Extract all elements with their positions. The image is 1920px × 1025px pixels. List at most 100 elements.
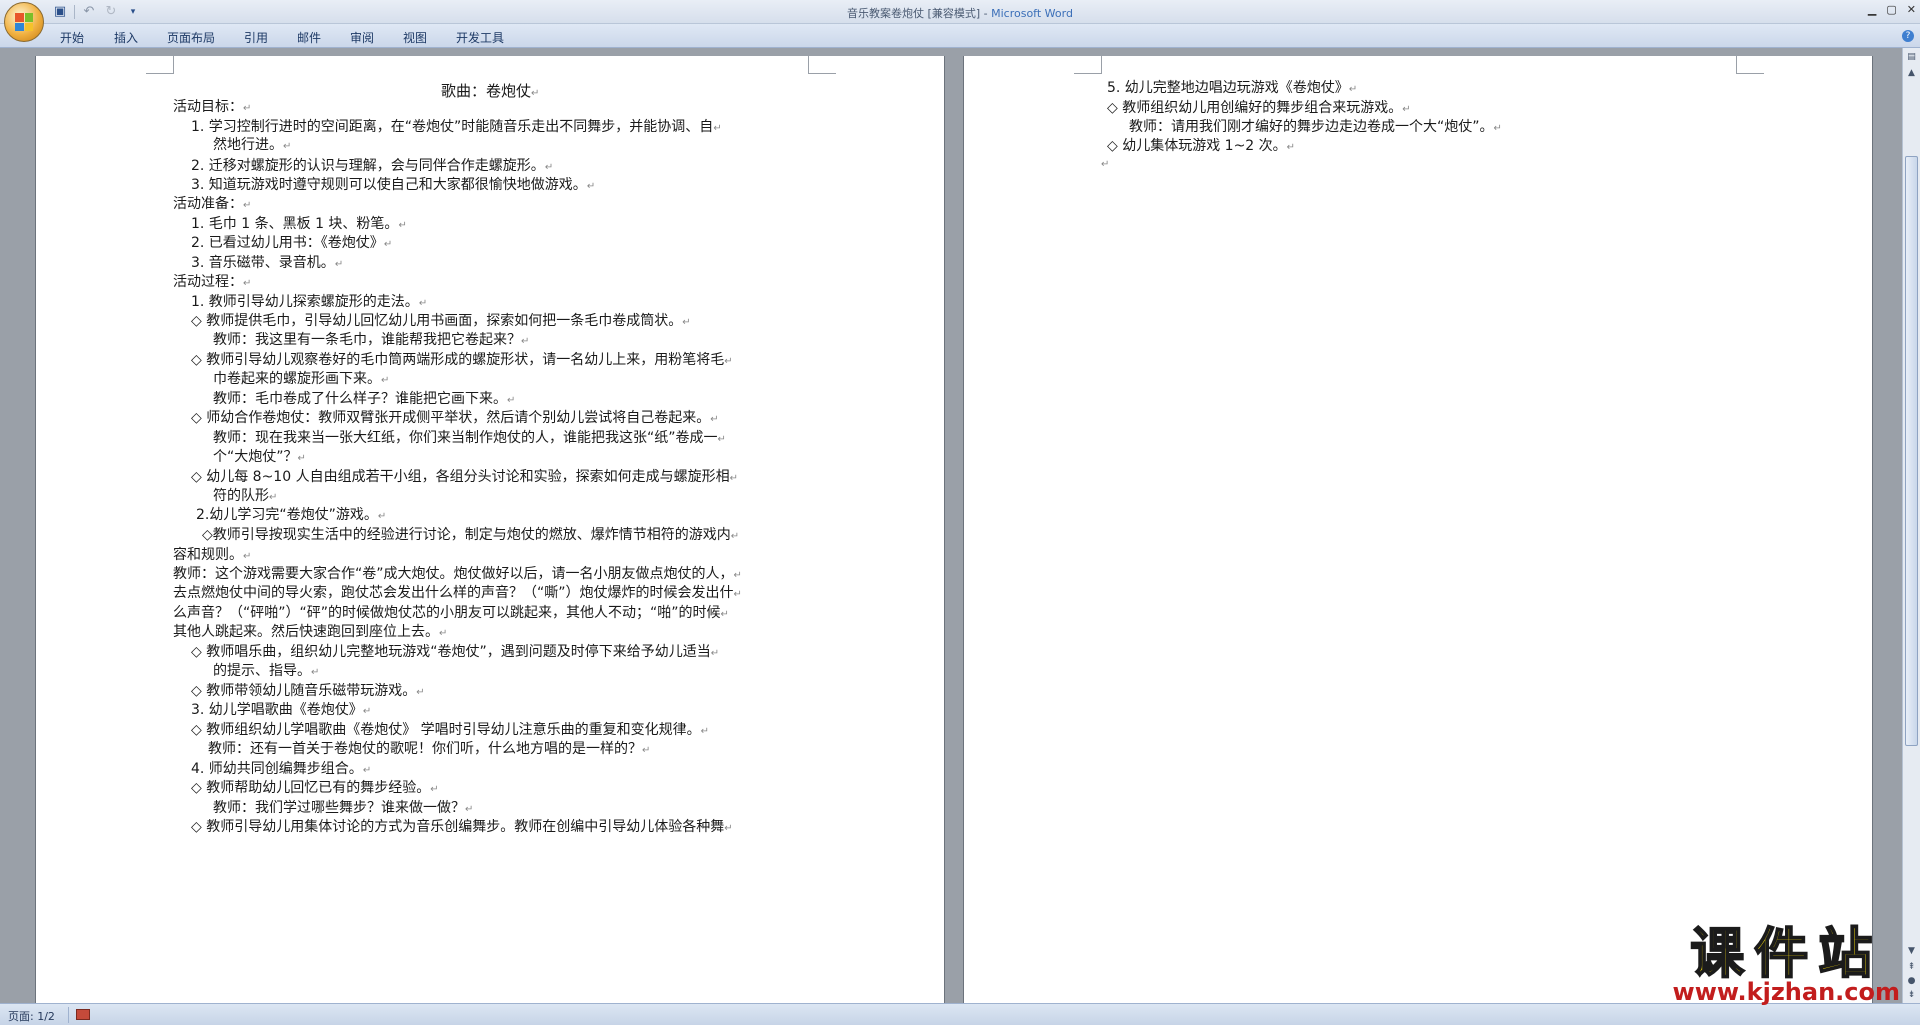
tab-review[interactable]: 审阅 bbox=[350, 29, 374, 46]
document-line: ◇ 教师带领幼儿随音乐磁带玩游戏。↵ bbox=[191, 682, 425, 702]
tab-developer[interactable]: 开发工具 bbox=[456, 29, 504, 46]
document-line: 3. 音乐磁带、录音机。↵ bbox=[191, 254, 343, 274]
line-text: 容和规则。 bbox=[173, 547, 243, 563]
line-text: 2. 迁移对螺旋形的认识与理解，会与同伴合作走螺旋形。 bbox=[191, 158, 545, 174]
document-line: 教师：这个游戏需要大家合作“卷”成大炮仗。炮仗做好以后，请一名小朋友做点炮仗的人… bbox=[173, 565, 742, 585]
line-text: 教师：还有一首关于卷炮仗的歌呢！你们听，什么地方唱的是一样的？ bbox=[208, 741, 642, 757]
line-text: ◇ 教师引导幼儿用集体讨论的方式为音乐创编舞步。教师在创编中引导幼儿体验各种舞 bbox=[191, 819, 725, 835]
document-line: 教师：我这里有一条毛巾，谁能帮我把它卷起来？↵ bbox=[213, 331, 529, 351]
paragraph-mark: ↵ bbox=[521, 336, 530, 347]
document-line: 2. 迁移对螺旋形的认识与理解，会与同伴合作走螺旋形。↵ bbox=[191, 157, 553, 177]
maximize-icon[interactable]: ▢ bbox=[1886, 3, 1896, 16]
tab-home[interactable]: 开始 bbox=[60, 29, 84, 46]
line-text: 么声音？（“砰啪”）“砰”的时候做炮仗芯的小朋友可以跳起来，其他人不动；“啪”的… bbox=[173, 605, 721, 621]
line-text: 活动过程： bbox=[173, 274, 243, 290]
tab-insert[interactable]: 插入 bbox=[114, 29, 138, 46]
heading-text: 歌曲：卷炮仗 bbox=[441, 82, 532, 100]
document-line: ◇ 教师提供毛巾，引导幼儿回忆幼儿用书画面，探索如何把一条毛巾卷成筒状。↵ bbox=[191, 312, 691, 332]
paragraph-mark: ↵ bbox=[586, 181, 596, 192]
macro-recording-icon[interactable] bbox=[76, 1009, 90, 1020]
minimize-icon[interactable]: ▁ bbox=[1868, 3, 1876, 16]
paragraph-mark: ↵ bbox=[642, 745, 651, 756]
paragraph-mark: ↵ bbox=[720, 609, 729, 620]
tab-references[interactable]: 引用 bbox=[244, 29, 268, 46]
document-line: 其他人跳起来。然后快速跑回到座位上去。↵ bbox=[173, 623, 447, 643]
paragraph-mark: ↵ bbox=[362, 706, 372, 717]
ruler-toggle-icon[interactable]: ▤ bbox=[1905, 50, 1918, 64]
line-text: 3. 幼儿学唱歌曲《卷炮仗》 bbox=[191, 702, 363, 718]
select-browse-object-icon[interactable]: ● bbox=[1905, 974, 1918, 988]
paragraph-mark: ↵ bbox=[682, 317, 691, 328]
line-text: 符的队形 bbox=[213, 488, 269, 504]
paragraph-mark: ↵ bbox=[439, 628, 448, 639]
paragraph-mark: ↵ bbox=[507, 395, 516, 406]
document-line: ◇教师引导按现实生活中的经验进行讨论，制定与炮仗的燃放、爆炸情节相符的游戏内↵ bbox=[202, 526, 739, 546]
paragraph-mark: ↵ bbox=[729, 473, 738, 484]
document-line: 教师：还有一首关于卷炮仗的歌呢！你们听，什么地方唱的是一样的？↵ bbox=[208, 740, 650, 760]
vertical-scrollbar[interactable]: ▤ ▲ ▼ ⇞ ● ⇟ bbox=[1902, 48, 1920, 1003]
paragraph-mark: ↵ bbox=[377, 511, 387, 522]
paragraph-mark: ↵ bbox=[700, 726, 710, 737]
paragraph-mark: ↵ bbox=[733, 589, 742, 600]
paragraph-mark: ↵ bbox=[243, 551, 252, 562]
line-text: 5. 幼儿完整地边唱边玩游戏《卷炮仗》 bbox=[1107, 80, 1349, 96]
document-line: 2. 已看过幼儿用书：《卷炮仗》↵ bbox=[191, 234, 392, 254]
paragraph-mark: ↵ bbox=[418, 298, 428, 309]
document-line: 么声音？（“砰啪”）“砰”的时候做炮仗芯的小朋友可以跳起来，其他人不动；“啪”的… bbox=[173, 604, 729, 624]
document-line: 活动目标：↵ bbox=[173, 98, 251, 118]
document-page-1[interactable]: 歌曲：卷炮仗↵ 活动目标：↵ 1. 学习控制行进时的空间距离，在“卷炮仗”时能随音… bbox=[36, 56, 944, 1003]
paragraph-mark: ↵ bbox=[416, 687, 425, 698]
scroll-up-icon[interactable]: ▲ bbox=[1905, 66, 1918, 80]
document-line: ◇ 教师组织幼儿学唱歌曲《卷炮仗》 学唱时引导幼儿注意乐曲的重复和变化规律。↵ bbox=[191, 721, 709, 741]
line-text: ◇ 教师提供毛巾，引导幼儿回忆幼儿用书画面，探索如何把一条毛巾卷成筒状。 bbox=[191, 313, 683, 329]
document-line: 教师：我们学过哪些舞步？谁来做一做？↵ bbox=[213, 799, 473, 819]
line-text: 教师：现在我来当一张大红纸，你们来当制作炮仗的人，谁能把我这张“纸”卷成一 bbox=[213, 430, 718, 446]
scroll-down-icon[interactable]: ▼ bbox=[1905, 944, 1918, 958]
help-icon[interactable]: ? bbox=[1902, 30, 1914, 42]
document-page-2[interactable]: 5. 幼儿完整地边唱边玩游戏《卷炮仗》↵ ◇ 教师组织幼儿用创编好的舞步组合来玩游… bbox=[964, 56, 1872, 1003]
watermark-url: www.kjzhan.com bbox=[1672, 978, 1900, 1006]
document-line: 5. 幼儿完整地边唱边玩游戏《卷炮仗》↵ bbox=[1107, 79, 1357, 99]
crop-mark bbox=[808, 56, 836, 74]
paragraph-mark: ↵ bbox=[269, 492, 278, 503]
line-text: 2.幼儿学习完“卷炮仗”游戏。 bbox=[196, 507, 378, 523]
document-line: 去点燃炮仗中间的导火索，跑仗芯会发出什么样的声音？（“嘶”）炮仗爆炸的时候会发出… bbox=[173, 584, 742, 604]
watermark-title: 课件站 bbox=[1689, 922, 1883, 985]
tab-view[interactable]: 视图 bbox=[403, 29, 427, 46]
paragraph-mark: ↵ bbox=[710, 648, 720, 659]
paragraph-mark: ↵ bbox=[362, 765, 372, 776]
document-line: ◇ 教师引导幼儿用集体讨论的方式为音乐创编舞步。教师在创编中引导幼儿体验各种舞↵ bbox=[191, 818, 733, 838]
next-page-icon[interactable]: ⇟ bbox=[1905, 988, 1918, 1002]
line-text: 巾卷起来的螺旋形画下来。 bbox=[213, 371, 381, 387]
document-line: 3. 知道玩游戏时遵守规则可以使自己和大家都很愉快地做游戏。↵ bbox=[191, 176, 595, 196]
document-line: ◇ 幼儿集体玩游戏 1~2 次。↵ bbox=[1107, 137, 1295, 157]
paragraph-mark: ↵ bbox=[717, 434, 726, 445]
line-text: 个“大炮仗”？ bbox=[213, 449, 298, 465]
crop-mark bbox=[1074, 56, 1102, 74]
page-indicator[interactable]: 页面: 1/2 bbox=[8, 1008, 55, 1024]
crop-mark bbox=[1736, 56, 1764, 74]
line-text: ◇ 幼儿每 8~10 人自由组成若干小组，各组分头讨论和实验，探索如何走成与螺旋… bbox=[191, 469, 730, 485]
tab-mailings[interactable]: 邮件 bbox=[297, 29, 321, 46]
line-text: 4. 师幼共同创编舞步组合。 bbox=[191, 761, 363, 777]
status-separator bbox=[68, 1007, 69, 1023]
document-line: 容和规则。↵ bbox=[173, 546, 251, 566]
line-text: 其他人跳起来。然后快速跑回到座位上去。 bbox=[173, 624, 439, 640]
tab-page-layout[interactable]: 页面布局 bbox=[167, 29, 215, 46]
line-text: 教师：毛巾卷成了什么样子？谁能把它画下来。 bbox=[213, 391, 507, 407]
paragraph-mark: ↵ bbox=[544, 162, 554, 173]
paragraph-mark: ↵ bbox=[283, 141, 292, 152]
line-text: 1. 教师引导幼儿探索螺旋形的走法。 bbox=[191, 294, 419, 310]
paragraph-mark: ↵ bbox=[381, 375, 390, 386]
line-text: ◇ 师幼合作卷炮仗：教师双臂张开成侧平举状，然后请个别幼儿尝试将自己卷起来。 bbox=[191, 410, 711, 426]
office-button[interactable] bbox=[4, 2, 44, 42]
document-area: 歌曲：卷炮仗↵ 活动目标：↵ 1. 学习控制行进时的空间距离，在“卷炮仗”时能随音… bbox=[0, 48, 1902, 1003]
paragraph-mark: ↵ bbox=[243, 200, 252, 211]
scrollbar-thumb[interactable] bbox=[1905, 156, 1918, 746]
document-line: 活动过程：↵ bbox=[173, 273, 251, 293]
document-line: ◇ 教师引导幼儿观察卷好的毛巾筒两端形成的螺旋形状，请一名幼儿上来，用粉笔将毛↵ bbox=[191, 351, 733, 371]
line-text: 然地行进。 bbox=[213, 137, 283, 153]
close-icon[interactable]: ✕ bbox=[1907, 3, 1916, 16]
document-line: 4. 师幼共同创编舞步组合。↵ bbox=[191, 760, 371, 780]
previous-page-icon[interactable]: ⇞ bbox=[1905, 960, 1918, 974]
